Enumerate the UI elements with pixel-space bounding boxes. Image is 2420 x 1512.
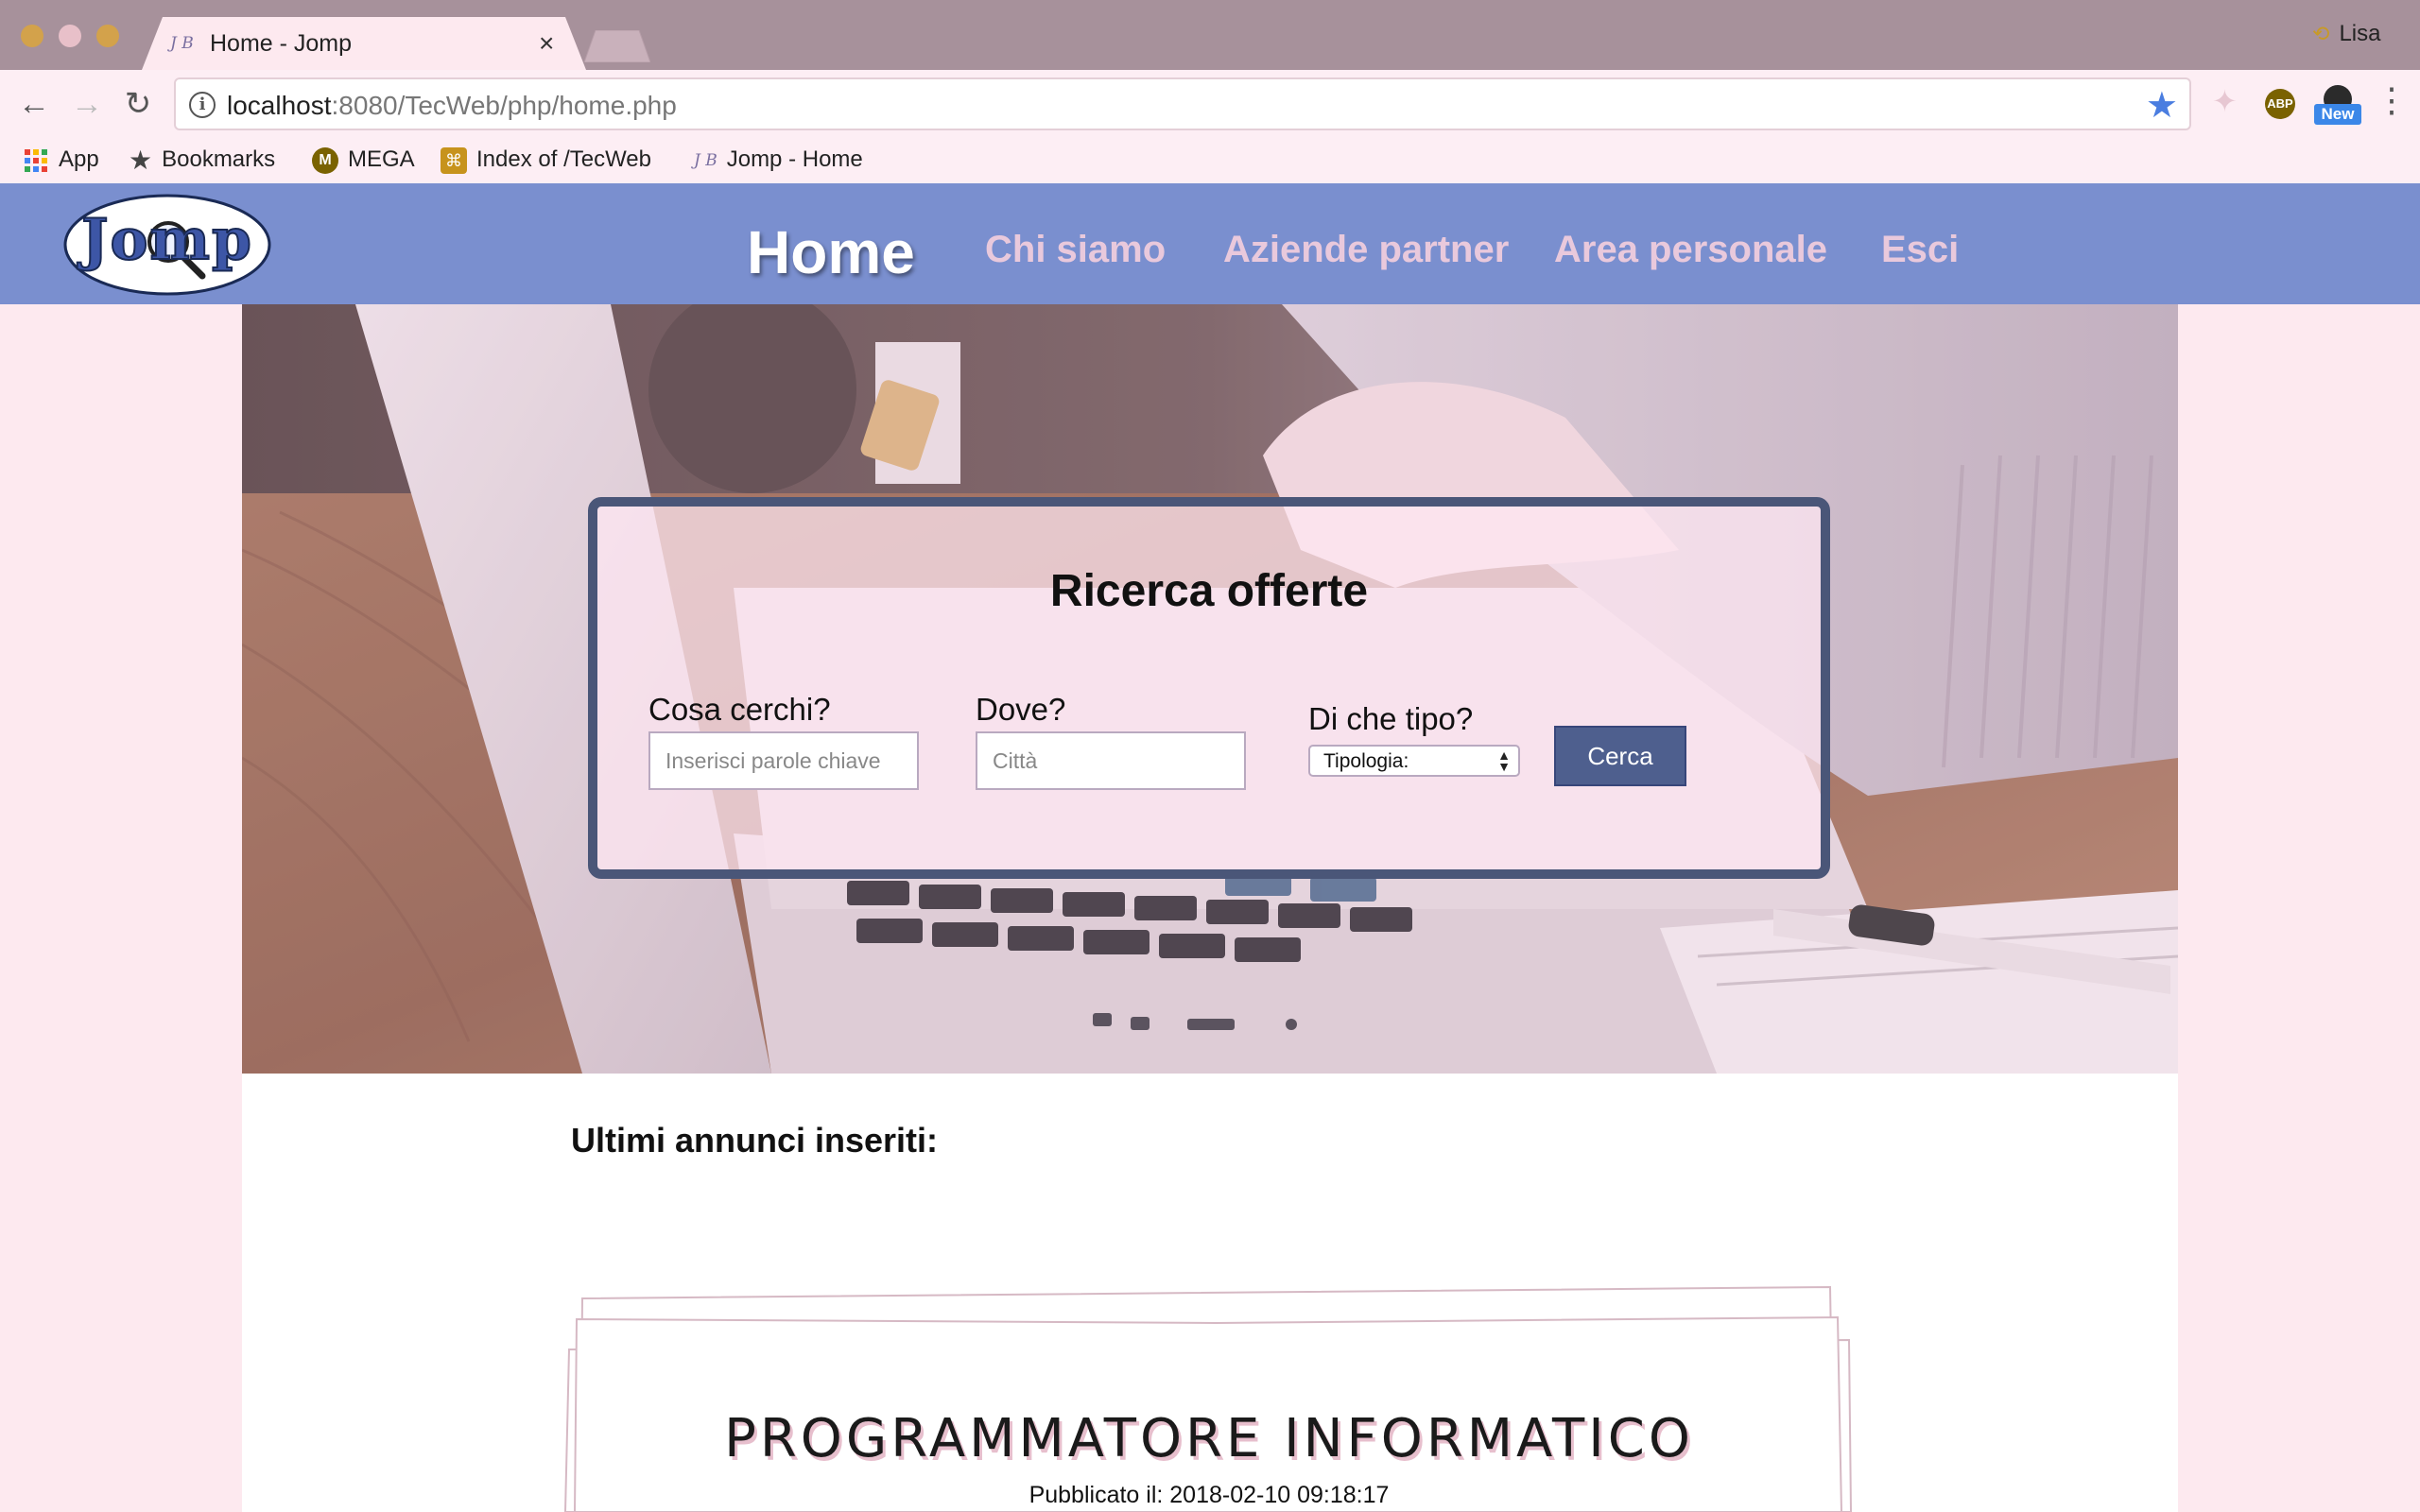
bookmarks-bar: App ★ Bookmarks M MEGA ⌘ Index of /TecWeb J… [0,138,2420,183]
bookmark-bookmarks[interactable]: ★ Bookmarks [129,144,275,176]
browser-menu-icon[interactable]: ⋮ [2375,83,2409,117]
url-text[interactable]: localhost:8080/TecWeb/php/home.php [227,91,677,121]
site-info-icon[interactable]: i [189,92,216,118]
extension-puzzle-icon[interactable]: ✦ [2212,83,2238,119]
bookmark-app[interactable]: App [25,144,99,176]
listing-date: Pubblicato il: 2018-02-10 09:18:17 [1028,1482,1390,1508]
new-tab-button[interactable] [584,30,650,62]
keywords-input[interactable] [648,731,919,790]
what-label: Cosa cerchi? [648,692,831,727]
back-arrow-icon[interactable]: ← [13,83,55,125]
listing-title: PROGRAMMATORE INFORMATICO [724,1408,1694,1469]
star-icon: ★ [129,145,153,175]
profile-name: Lisa [2339,21,2381,46]
bookmark-mega[interactable]: M MEGA [312,144,415,176]
search-button[interactable]: Cerca [1554,726,1686,786]
bookmark-jomp-home[interactable]: J B Jomp - Home [694,144,863,176]
nav-home[interactable]: Home [747,217,915,287]
adblock-plus-icon[interactable]: ABP [2265,89,2295,119]
type-label: Di che tipo? [1308,701,1474,736]
where-label: Dove? [976,692,1066,727]
nav-aziende-partner[interactable]: Aziende partner [1223,229,1509,271]
nav-area-personale[interactable]: Area personale [1554,229,1827,271]
bookmark-star-icon[interactable]: ★ [2146,84,2178,127]
listing-card[interactable]: PROGRAMMATORE INFORMATICO Pubblicato il:… [563,1283,1855,1512]
extension-new-icon[interactable]: New [2314,85,2361,127]
window-maximize-button[interactable] [96,25,119,47]
select-arrows-icon: ▲ ▼ [1497,747,1511,774]
reload-icon[interactable]: ↻ [117,83,159,125]
tab-close-icon[interactable]: × [539,28,554,59]
profile-button[interactable]: ⟲ Lisa [2312,21,2380,47]
xampp-icon: ⌘ [441,146,467,174]
card-paper-stack [563,1285,1853,1512]
jomp-favicon-icon: J B [694,150,717,170]
bookmark-index-tecweb[interactable]: ⌘ Index of /TecWeb [441,144,651,176]
logo-text: Jomp [77,207,253,273]
type-select[interactable]: Tipologia: ▲ ▼ [1308,745,1520,777]
nav-esci[interactable]: Esci [1881,229,1959,271]
forward-arrow-icon[interactable]: → [66,83,108,125]
apps-grid-icon [25,148,47,172]
type-select-value: Tipologia: [1323,750,1409,772]
new-badge: New [2314,104,2361,125]
site-header: Jomp Home Chi siamo Aziende partner Area… [0,183,2420,304]
search-title: Ricerca offerte [1049,566,1369,616]
jomp-logo[interactable]: Jomp [62,193,272,297]
search-panel: Ricerca offerte Cosa cerchi? Dove? Di ch… [588,497,1830,879]
latest-listings-heading: Ultimi annunci inseriti: [571,1121,939,1160]
nav-chi-siamo[interactable]: Chi siamo [985,229,1166,271]
address-bar[interactable]: i localhost:8080/TecWeb/php/home.php ★ [174,77,2191,130]
window-close-button[interactable] [21,25,43,47]
browser-titlebar: J B Home - Jomp × ⟲ Lisa [0,0,2420,70]
tab-title: Home - Jomp [210,30,353,57]
sync-icon: ⟲ [2312,22,2330,45]
browser-tab-active[interactable]: J B Home - Jomp × [142,17,586,70]
browser-toolbar: ← → ↻ i localhost:8080/TecWeb/php/home.p… [0,70,2420,138]
jomp-favicon-icon: J B [170,34,194,53]
tab-shape [142,17,586,70]
city-input[interactable] [976,731,1246,790]
mega-icon: M [312,146,338,174]
window-minimize-button[interactable] [59,25,81,47]
